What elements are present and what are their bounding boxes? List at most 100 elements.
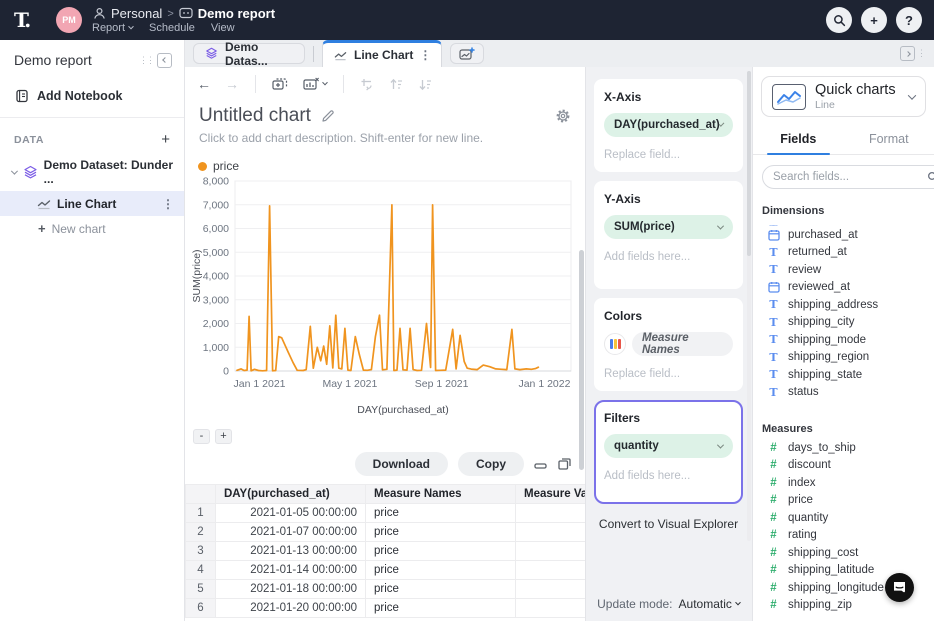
tab-fields[interactable]: Fields xyxy=(753,123,844,154)
nav-schedule[interactable]: Schedule xyxy=(149,22,195,34)
add-notebook-button[interactable]: Add Notebook xyxy=(0,78,184,115)
chart-settings-gear-icon[interactable] xyxy=(555,108,571,124)
dimension-item-purchased_at[interactable]: purchased_at xyxy=(753,226,934,244)
kebab-menu-icon[interactable]: ⋮ xyxy=(419,48,431,62)
search-fields-input[interactable] xyxy=(773,171,927,183)
undo-back-button[interactable]: ← xyxy=(197,76,211,92)
dimension-item-shipping_address[interactable]: Tshipping_address xyxy=(753,296,934,314)
transpose-icon[interactable] xyxy=(360,77,375,92)
maximize-results-icon[interactable] xyxy=(558,458,571,470)
editor-scrollbar[interactable] xyxy=(579,67,584,621)
col-day-purchased-at[interactable]: DAY(purchased_at) xyxy=(216,485,366,504)
table-row[interactable]: 22021-01-07 00:00:00price xyxy=(186,523,586,542)
help-button[interactable]: ? xyxy=(896,7,922,33)
global-add-button[interactable]: + xyxy=(861,7,887,33)
measure-item-shipping_cost[interactable]: #shipping_cost xyxy=(753,544,934,562)
cell-measure-name: price xyxy=(366,599,516,618)
chevron-down-icon[interactable] xyxy=(11,167,18,174)
convert-to-visual-explorer-button[interactable]: Convert to Visual Explorer xyxy=(594,517,743,531)
update-mode-select[interactable]: Automatic xyxy=(679,597,740,611)
table-row[interactable]: 32021-01-13 00:00:00price xyxy=(186,542,586,561)
props-scrollbar[interactable] xyxy=(747,71,751,541)
breadcrumb-report-title[interactable]: Demo report xyxy=(198,6,275,21)
filters-field-pill[interactable]: quantity xyxy=(604,434,733,458)
cell-date: 2021-01-07 00:00:00 xyxy=(216,523,366,542)
sort-ascending-icon[interactable] xyxy=(389,77,404,92)
measure-item-price[interactable]: #price xyxy=(753,492,934,510)
line-chart-svg[interactable]: 01,0002,0003,0004,0005,0006,0007,0008,00… xyxy=(187,173,579,423)
nav-view[interactable]: View xyxy=(211,22,235,34)
table-row[interactable]: 62021-01-20 00:00:00price xyxy=(186,599,586,618)
breadcrumb-workspace[interactable]: Personal xyxy=(111,6,162,21)
sort-descending-icon[interactable] xyxy=(418,77,433,92)
cell-measure-name: price xyxy=(366,561,516,580)
cell-measure-value xyxy=(516,542,586,561)
new-tab-button[interactable] xyxy=(450,43,484,64)
nav-report-menu[interactable]: Report xyxy=(92,22,133,34)
measure-item-rating[interactable]: #rating xyxy=(753,527,934,545)
tab-line-chart-active[interactable]: Line Chart ⋮ xyxy=(322,40,442,67)
tab-dataset[interactable]: Demo Datas... xyxy=(193,43,305,64)
chart-title[interactable]: Untitled chart xyxy=(199,105,311,127)
copy-button[interactable]: Copy xyxy=(458,452,524,476)
table-row[interactable]: 42021-01-14 00:00:00price xyxy=(186,561,586,580)
dimension-item-review[interactable]: Treview xyxy=(753,261,934,279)
dimension-item-reviewed_at[interactable]: reviewed_at xyxy=(753,279,934,297)
colors-field-pill[interactable]: Measure Names xyxy=(632,332,733,356)
collapse-sidebar-icon[interactable] xyxy=(157,53,172,68)
chart-description-placeholder[interactable]: Click to add chart description. Shift-en… xyxy=(185,127,585,145)
redo-forward-button[interactable]: → xyxy=(225,76,239,92)
dimension-label: purchased_at xyxy=(788,229,858,241)
col-measure-value[interactable]: Measure Value xyxy=(516,485,586,504)
chart-type-menu[interactable] xyxy=(303,77,327,92)
x-axis-field-pill[interactable]: DAY(purchased_at) xyxy=(604,113,733,137)
zoom-in-button[interactable]: + xyxy=(215,429,232,444)
sidebar-new-chart-button[interactable]: + New chart xyxy=(0,216,184,241)
colors-replace-placeholder[interactable]: Replace field... xyxy=(604,368,733,380)
dimension-item-status[interactable]: Tstatus xyxy=(753,384,934,402)
tab-format[interactable]: Format xyxy=(844,123,934,154)
drag-handle-icon[interactable]: ⋮⋮ xyxy=(139,55,153,66)
global-search-button[interactable] xyxy=(826,7,852,33)
results-table[interactable]: DAY(purchased_at) Measure Names Measure … xyxy=(185,484,585,618)
chart-legend[interactable]: price xyxy=(185,145,585,173)
dimension-item-shipping_state[interactable]: Tshipping_state xyxy=(753,366,934,384)
sidebar-dataset-item[interactable]: Demo Dataset: Dunder ... xyxy=(0,153,184,191)
app-logo-icon[interactable]: T. xyxy=(14,8,44,32)
dimension-item-returned_at[interactable]: Treturned_at xyxy=(753,244,934,262)
table-row[interactable]: 12021-01-05 00:00:00price xyxy=(186,504,586,523)
dimension-item-shipping_mode[interactable]: Tshipping_mode xyxy=(753,331,934,349)
edit-title-pencil-icon[interactable] xyxy=(321,109,335,123)
x-axis-replace-placeholder[interactable]: Replace field... xyxy=(604,149,733,161)
zoom-out-button[interactable]: - xyxy=(193,429,210,444)
measure-item-index[interactable]: #index xyxy=(753,474,934,492)
dimension-item-shipping_region[interactable]: Tshipping_region xyxy=(753,349,934,367)
expand-panel-icon[interactable] xyxy=(900,46,915,61)
quick-charts-line-icon xyxy=(772,84,806,110)
filters-add-placeholder[interactable]: Add fields here... xyxy=(604,470,733,482)
measure-item-quantity[interactable]: #quantity xyxy=(753,509,934,527)
quick-charts-selector[interactable]: Quick charts Line xyxy=(761,76,926,117)
user-avatar[interactable]: PM xyxy=(56,7,82,33)
measure-item-days_to_ship[interactable]: #days_to_ship xyxy=(753,439,934,457)
results-table-header: DAY(purchased_at) Measure Names Measure … xyxy=(186,485,586,504)
minimize-results-icon[interactable] xyxy=(534,458,548,470)
color-swatch-icon[interactable] xyxy=(604,333,626,355)
duplicate-chart-icon[interactable] xyxy=(272,77,289,92)
scrollbar-thumb[interactable] xyxy=(747,71,751,256)
dimension-item-shipping_city[interactable]: Tshipping_city xyxy=(753,314,934,332)
download-button[interactable]: Download xyxy=(355,452,448,476)
field-search-row: ƒ⁺ xyxy=(753,155,934,195)
breadcrumb-separator: > xyxy=(167,8,173,20)
kebab-menu-icon[interactable]: ⋮ xyxy=(162,197,174,211)
add-data-button[interactable]: + xyxy=(161,132,170,147)
col-measure-names[interactable]: Measure Names xyxy=(366,485,516,504)
y-axis-field-pill[interactable]: SUM(price) xyxy=(604,215,733,239)
sidebar-line-chart-item[interactable]: Line Chart ⋮ xyxy=(0,191,184,216)
field-search-box[interactable] xyxy=(762,165,934,189)
table-row[interactable]: 52021-01-18 00:00:00price xyxy=(186,580,586,599)
y-axis-add-placeholder[interactable]: Add fields here... xyxy=(604,251,733,263)
measure-item-discount[interactable]: #discount xyxy=(753,457,934,475)
scrollbar-thumb[interactable] xyxy=(579,250,584,470)
chat-widget-button[interactable] xyxy=(885,573,914,602)
